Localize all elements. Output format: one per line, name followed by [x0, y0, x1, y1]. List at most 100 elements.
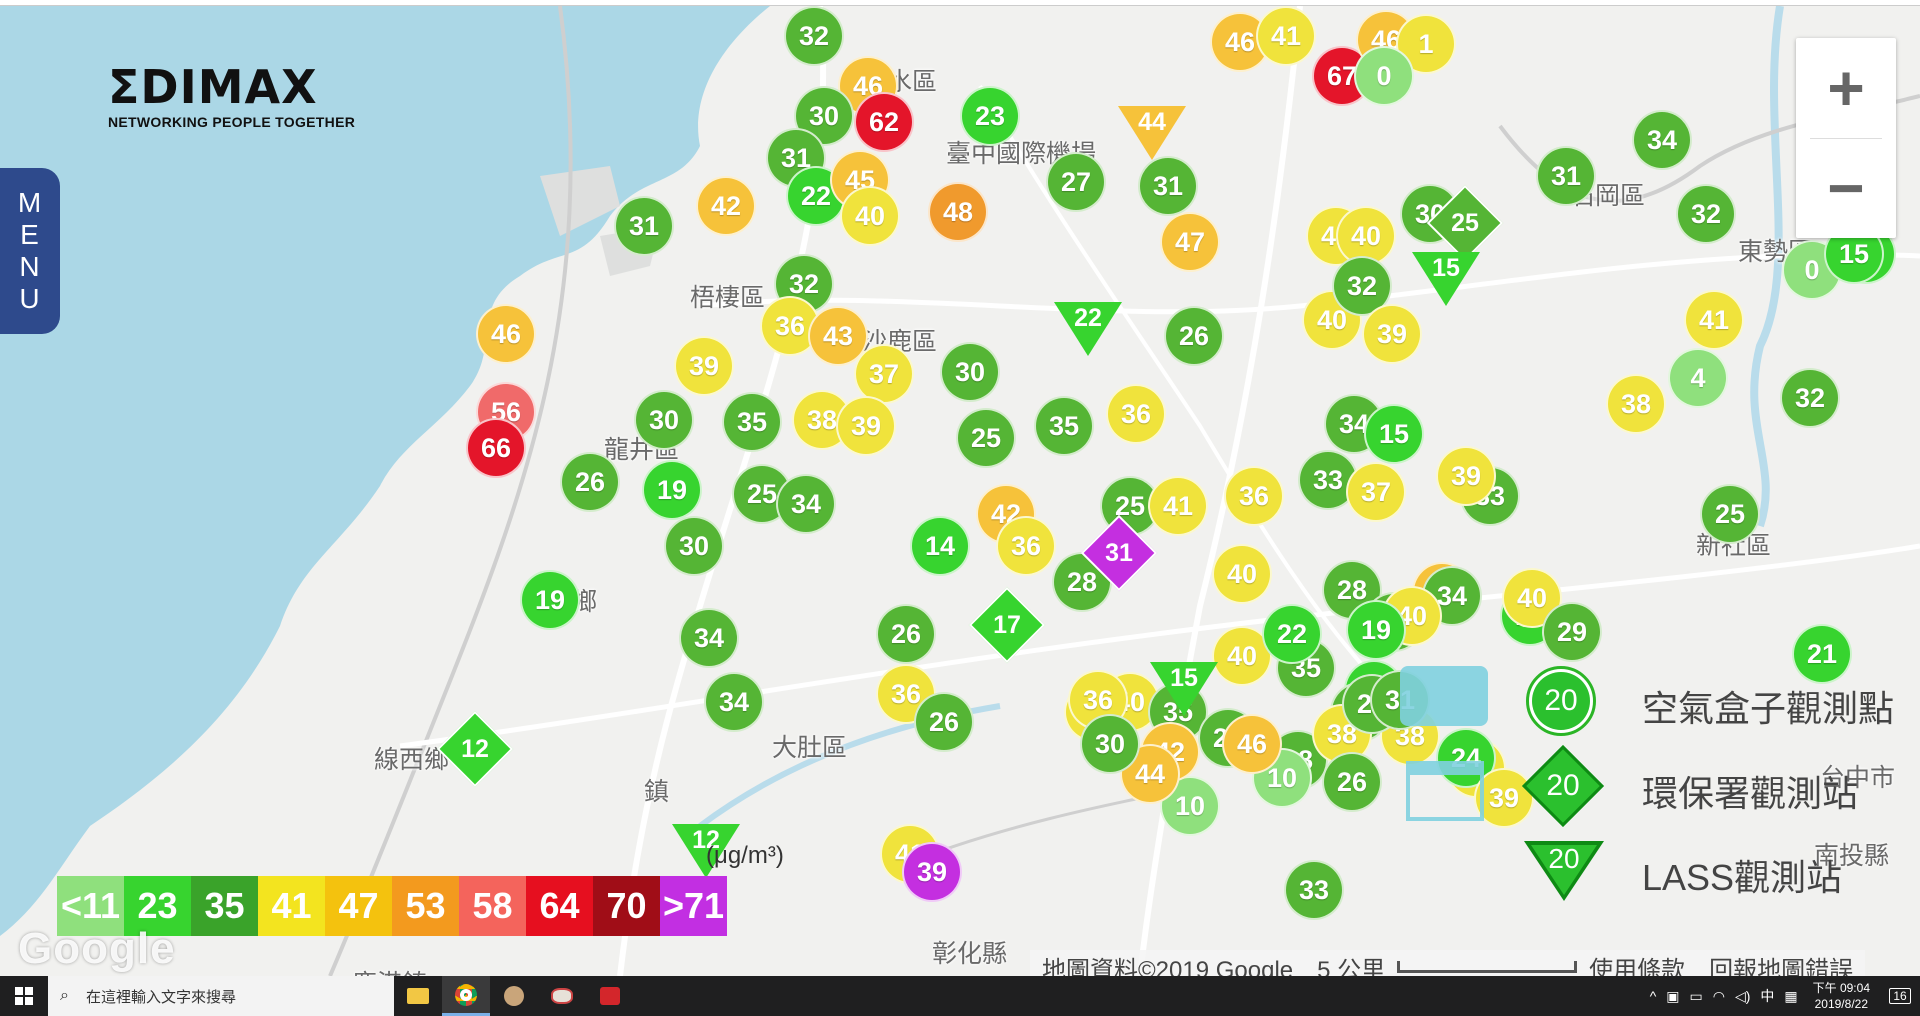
pm25-marker[interactable]: 19 — [520, 570, 580, 630]
paint-button[interactable] — [538, 976, 586, 1016]
keyboard-icon[interactable]: ▦ — [1784, 988, 1797, 1005]
pm25-marker[interactable]: 41 — [1256, 6, 1316, 66]
map-canvas[interactable]: 清水區臺中國際機場梧棲區沙鹿區龍井區伸港鄉線西鄉大肚區石岡區東勢區新社區台中市南… — [0, 6, 1920, 976]
app-button[interactable] — [490, 976, 538, 1016]
pm25-marker[interactable]: 62 — [854, 92, 914, 152]
legend-airbox-label: 空氣盒子觀測點 — [1642, 688, 1895, 729]
place-label-dadu: 大肚區 — [772, 733, 848, 762]
pm25-marker[interactable]: 33 — [1284, 860, 1344, 920]
lass-station-marker[interactable]: 15 — [1150, 662, 1218, 716]
pm25-marker[interactable]: 39 — [836, 396, 896, 456]
app-icon — [600, 987, 620, 1005]
pm25-marker[interactable]: 66 — [466, 418, 526, 478]
pm25-marker[interactable]: 15 — [1364, 404, 1424, 464]
start-button[interactable] — [0, 976, 48, 1016]
pm25-marker[interactable]: 34 — [679, 608, 739, 668]
notification-center-button[interactable]: 16 — [1880, 976, 1920, 1016]
chrome-button[interactable] — [442, 976, 490, 1016]
network-drive-icon[interactable]: ▭ — [1690, 988, 1703, 1005]
pm25-marker[interactable]: 41 — [1148, 476, 1208, 536]
pm25-marker[interactable]: 37 — [1346, 462, 1406, 522]
volume-icon[interactable]: ◁) — [1735, 988, 1750, 1005]
scale-swatch: 47 — [325, 876, 392, 936]
pm25-marker[interactable]: 29 — [1542, 602, 1602, 662]
pm25-marker[interactable]: 25 — [1700, 484, 1760, 544]
pm25-marker[interactable]: 36 — [1106, 384, 1166, 444]
menu-letter: U — [19, 283, 41, 314]
pm25-marker[interactable]: 14 — [910, 516, 970, 576]
pm25-marker[interactable]: 40 — [840, 186, 900, 246]
pm25-marker[interactable]: 34 — [704, 672, 764, 732]
pm25-marker[interactable]: 48 — [928, 182, 988, 242]
terms-link[interactable]: 使用條款 — [1577, 950, 1697, 977]
pm25-marker[interactable]: 34 — [1632, 110, 1692, 170]
zoom-in-button[interactable]: + — [1796, 38, 1896, 138]
clock[interactable]: 下午 09:04 2019/8/22 — [1813, 980, 1870, 1012]
pm25-marker[interactable]: 26 — [1322, 752, 1382, 812]
pm25-marker[interactable]: 34 — [776, 474, 836, 534]
pm25-marker[interactable]: 31 — [1138, 156, 1198, 216]
pm25-marker[interactable]: 39 — [902, 842, 962, 902]
pm25-marker[interactable]: 22 — [1262, 604, 1322, 664]
pm25-marker[interactable]: 30 — [634, 390, 694, 450]
pm25-marker[interactable]: 19 — [1346, 600, 1406, 660]
pm25-marker[interactable]: 38 — [1606, 374, 1666, 434]
windows-taskbar: ⌕ 在這裡輸入文字來搜尋 ^ ▣ ▭ ◠ ◁) 中 ▦ 下午 09:04 201… — [0, 976, 1920, 1016]
google-logo: Google — [18, 924, 176, 973]
pm25-marker[interactable]: 26 — [560, 452, 620, 512]
lass-station-marker[interactable]: 15 — [1412, 252, 1480, 306]
security-icon[interactable]: ▣ — [1666, 988, 1679, 1005]
pm25-marker[interactable]: 39 — [1436, 446, 1496, 506]
pm25-marker[interactable]: 26 — [876, 604, 936, 664]
pm25-marker[interactable]: 23 — [960, 86, 1020, 146]
wifi-icon[interactable]: ◠ — [1713, 988, 1725, 1005]
pm25-marker[interactable]: 37 — [854, 344, 914, 404]
lass-station-marker[interactable]: 22 — [1054, 302, 1122, 356]
pm25-marker[interactable]: 40 — [1212, 544, 1272, 604]
file-explorer-button[interactable] — [394, 976, 442, 1016]
pm25-marker[interactable]: 27 — [1046, 152, 1106, 212]
pm25-marker[interactable]: 30 — [940, 342, 1000, 402]
lass-station-marker[interactable]: 44 — [1118, 106, 1186, 160]
taskbar-search[interactable]: ⌕ 在這裡輸入文字來搜尋 — [48, 976, 394, 1016]
scale-swatch: 64 — [526, 876, 593, 936]
search-icon: ⌕ — [60, 987, 69, 1004]
pm25-marker[interactable]: 46 — [476, 304, 536, 364]
chevron-up-icon[interactable]: ^ — [1650, 988, 1657, 1004]
pm25-marker[interactable]: 36 — [1224, 466, 1284, 526]
pm25-marker[interactable]: 4 — [1668, 348, 1728, 408]
pm25-marker[interactable]: 26 — [1164, 306, 1224, 366]
pm25-marker[interactable]: 46 — [1222, 714, 1282, 774]
app-button-2[interactable] — [586, 976, 634, 1016]
pm25-marker[interactable]: 32 — [1676, 184, 1736, 244]
zoom-out-button[interactable]: − — [1796, 138, 1896, 238]
lass-sample-value: 20 — [1548, 843, 1580, 874]
pm25-marker[interactable]: 30 — [1080, 714, 1140, 774]
pm25-marker[interactable]: 32 — [1780, 368, 1840, 428]
pm25-marker[interactable]: 41 — [1684, 290, 1744, 350]
menu-letter: E — [20, 219, 40, 250]
chrome-icon — [455, 983, 477, 1006]
pm25-marker[interactable]: 42 — [696, 176, 756, 236]
menu-button[interactable]: M E N U — [0, 168, 60, 334]
pm25-marker[interactable]: 31 — [1536, 146, 1596, 206]
place-label-lugang: 鹿港鎮 — [352, 964, 427, 976]
pm25-marker[interactable]: 35 — [1034, 396, 1094, 456]
pm25-marker[interactable]: 31 — [614, 196, 674, 256]
pm25-marker[interactable]: 39 — [674, 336, 734, 396]
pm25-marker[interactable]: 19 — [642, 460, 702, 520]
pm25-marker[interactable]: 0 — [1354, 46, 1414, 106]
pm25-marker[interactable]: 36 — [996, 516, 1056, 576]
pm25-marker[interactable]: 30 — [664, 516, 724, 576]
scale-swatch: 35 — [191, 876, 258, 936]
pm25-marker[interactable]: 39 — [1362, 304, 1422, 364]
pm25-marker[interactable]: 47 — [1160, 212, 1220, 272]
report-error-link[interactable]: 回報地圖錯誤 — [1697, 950, 1865, 977]
pm25-marker[interactable]: 26 — [914, 692, 974, 752]
cloud-icon — [1400, 666, 1488, 726]
pm25-marker[interactable]: 32 — [784, 6, 844, 66]
pm25-marker[interactable]: 25 — [956, 408, 1016, 468]
pm25-marker[interactable]: 35 — [722, 392, 782, 452]
pm25-marker[interactable]: 21 — [1792, 624, 1852, 684]
ime-indicator[interactable]: 中 — [1760, 986, 1774, 1006]
